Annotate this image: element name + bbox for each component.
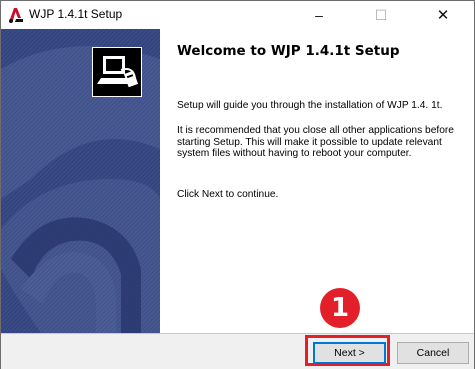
setup-window: WJP 1.4.1t Setup – ☐ ✕ Welcome to WJP 1.… [0, 0, 475, 369]
cancel-button[interactable]: Cancel [397, 342, 469, 364]
intro-paragraph: Setup will guide you through the install… [177, 100, 443, 111]
welcome-heading: Welcome to WJP 1.4.1t Setup [177, 43, 400, 59]
step-number-badge: 1 [320, 288, 360, 328]
button-bar: Next > Cancel [1, 333, 474, 369]
app-logo-icon [9, 8, 23, 23]
installer-side-banner [1, 29, 160, 333]
title-bar[interactable]: WJP 1.4.1t Setup – ☐ ✕ [1, 1, 474, 29]
close-button[interactable]: ✕ [421, 1, 465, 29]
installer-computer-icon [92, 47, 142, 97]
recommendation-paragraph: It is recommended that you close all oth… [177, 125, 454, 160]
window-title: WJP 1.4.1t Setup [29, 7, 123, 21]
welcome-content: Welcome to WJP 1.4.1t Setup Setup will g… [161, 29, 474, 333]
continue-instruction: Click Next to continue. [177, 189, 279, 200]
next-button-highlight [305, 335, 390, 366]
maximize-button[interactable]: ☐ [359, 1, 403, 29]
minimize-button[interactable]: – [297, 1, 341, 29]
